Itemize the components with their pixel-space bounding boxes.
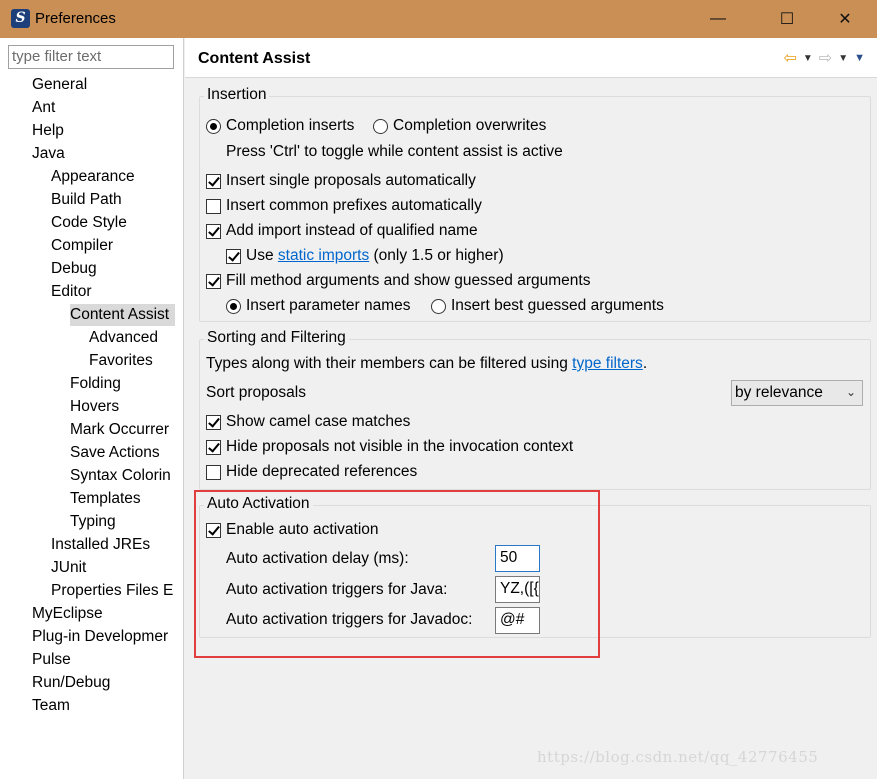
tree-item[interactable]: Installed JREs [51,534,175,556]
checkbox-checked-icon [206,273,221,289]
checkbox-checked-icon [206,439,221,455]
tree-item[interactable]: JUnit [51,557,175,579]
checkbox-checked-icon [206,223,221,239]
tree-item[interactable]: Java [32,143,175,165]
red-highlight-annotation [194,490,600,658]
tree-item[interactable]: Pulse [32,649,175,671]
fill-method-checkbox[interactable]: Fill method arguments and show guessed a… [206,270,590,292]
sort-proposals-select[interactable]: by relevance ⌄ [731,380,863,406]
tree-item[interactable]: Properties Files E [51,580,175,602]
tree-item[interactable]: Advanced [89,327,175,349]
use-label: Use [246,247,274,264]
page-header: Content Assist ⇦ ▼ ⇨ ▼ ▼ [185,38,877,78]
use-static-imports-checkbox[interactable]: Use static imports (only 1.5 or higher) [226,245,504,267]
tree-item[interactable]: Folding [70,373,175,395]
hide-not-visible-checkbox[interactable]: Hide proposals not visible in the invoca… [206,436,573,458]
tree-item[interactable]: MyEclipse [32,603,175,625]
back-arrow-icon[interactable]: ⇦ [783,48,796,68]
tree-item[interactable]: Save Actions [70,442,175,464]
tree-item[interactable]: General [32,74,175,96]
nav-toolbar: ⇦ ▼ ⇨ ▼ ▼ [783,48,865,68]
show-camel-checkbox[interactable]: Show camel case matches [206,411,410,433]
checkbox-unchecked-icon [206,198,221,214]
checkbox-checked-icon [206,414,221,430]
radio-checked-icon [206,118,221,134]
radio-insert-best-guessed[interactable]: Insert best guessed arguments [431,295,664,317]
insert-best-guessed-label: Insert best guessed arguments [451,297,664,314]
checkbox-checked-icon [226,248,241,264]
toggle-hint: Press 'Ctrl' to toggle while content ass… [226,143,563,160]
tree-item[interactable]: Hovers [70,396,175,418]
tree-item[interactable]: Mark Occurrer [70,419,175,441]
radio-unchecked-icon [373,118,388,134]
show-camel-label: Show camel case matches [226,413,411,430]
insert-common-label: Insert common prefixes automatically [226,197,482,214]
eclipse-app-icon: S [11,9,30,28]
forward-dropdown-icon[interactable]: ▼ [838,53,848,64]
tree-item[interactable]: Content Assist [70,304,175,326]
tree-item[interactable]: Compiler [51,235,175,257]
window-title: Preferences [35,10,116,27]
radio-completion-inserts-label: Completion inserts [226,117,355,134]
tree-item[interactable]: Appearance [51,166,175,188]
radio-checked-icon [226,298,241,314]
insertion-group-title: Insertion [204,86,270,104]
radio-completion-overwrites-label: Completion overwrites [393,117,547,134]
preferences-tree-panel: type filter text General Ant Help Java Appea… [0,38,184,779]
filter-input[interactable]: type filter text [8,45,174,69]
types-filter-description: Types along with their members can be fi… [206,355,568,372]
tree-item[interactable]: Help [32,120,175,142]
insert-common-checkbox[interactable]: Insert common prefixes automatically [206,195,482,217]
tree-item[interactable]: Ant [32,97,175,119]
tree-item[interactable]: Favorites [89,350,175,372]
tree-item[interactable]: Plug-in Developmer [32,626,175,648]
hide-not-visible-label: Hide proposals not visible in the invoca… [226,438,574,455]
insert-single-label: Insert single proposals automatically [226,172,476,189]
forward-arrow-icon[interactable]: ⇨ [819,48,832,68]
radio-completion-inserts[interactable]: Completion inserts [206,115,354,137]
tree-item[interactable]: Build Path [51,189,175,211]
type-filters-link[interactable]: type filters [572,355,643,373]
close-button[interactable]: ✕ [822,0,868,38]
tree-item[interactable]: Templates [70,488,175,510]
type-filters-text: Types along with their members can be fi… [206,353,647,375]
add-import-label: Add import instead of qualified name [226,222,478,239]
back-dropdown-icon[interactable]: ▼ [803,53,813,64]
tree-item[interactable]: Syntax Colorin [70,465,175,487]
radio-completion-overwrites[interactable]: Completion overwrites [373,115,546,137]
title-bar: S Preferences — ☐ ✕ [0,0,877,38]
chevron-down-icon: ⌄ [845,385,856,399]
radio-insert-param-names[interactable]: Insert parameter names [226,295,411,317]
hide-deprecated-label: Hide deprecated references [226,463,418,480]
tree-item[interactable]: Run/Debug [32,672,175,694]
minimize-button[interactable]: — [695,0,741,38]
tree-item[interactable]: Debug [51,258,175,280]
checkbox-unchecked-icon [206,464,221,480]
checkbox-checked-icon [206,173,221,189]
sorting-group-title: Sorting and Filtering [204,329,349,347]
radio-unchecked-icon [431,298,446,314]
fill-method-label: Fill method arguments and show guessed a… [226,272,591,289]
maximize-button[interactable]: ☐ [764,0,810,38]
tree-item[interactable]: Editor [51,281,175,303]
tree-item[interactable]: Team [32,695,175,717]
view-menu-icon[interactable]: ▼ [854,52,865,64]
insert-single-checkbox[interactable]: Insert single proposals automatically [206,170,476,192]
static-imports-link[interactable]: static imports [278,247,369,265]
page-title: Content Assist [198,50,311,67]
tree-item[interactable]: Typing [70,511,175,533]
insert-param-names-label: Insert parameter names [246,297,411,314]
hide-deprecated-checkbox[interactable]: Hide deprecated references [206,461,417,483]
use-suffix-label: (only 1.5 or higher) [373,247,504,264]
tree-item[interactable]: Code Style [51,212,175,234]
period: . [642,355,648,372]
sort-proposals-label: Sort proposals [206,384,306,401]
add-import-checkbox[interactable]: Add import instead of qualified name [206,220,478,242]
watermark-text: https://blog.csdn.net/qq_42776455 [537,748,819,766]
sort-proposals-value: by relevance [735,384,823,401]
